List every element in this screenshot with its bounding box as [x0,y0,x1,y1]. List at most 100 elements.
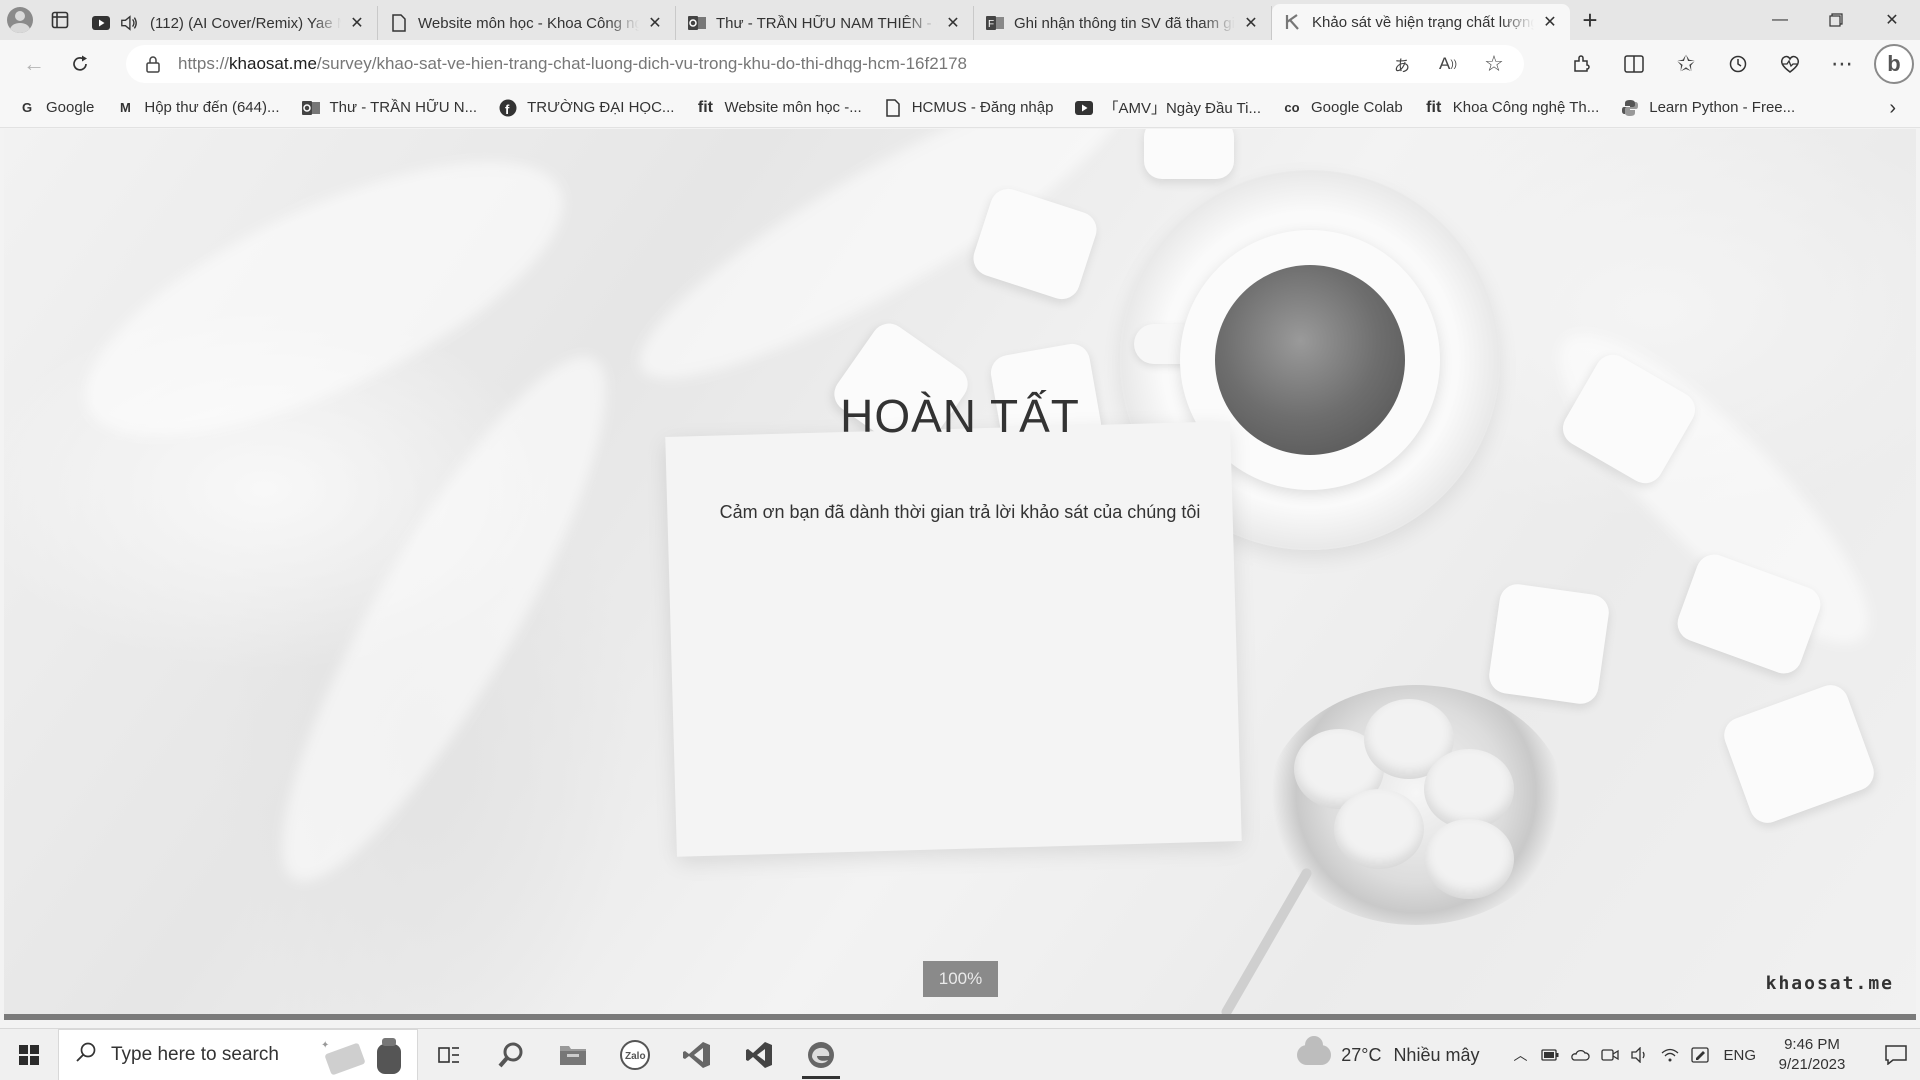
edge-icon [808,1041,834,1068]
tab-actions-icon [51,11,69,29]
svg-text:Zalo: Zalo [625,1051,646,1062]
start-button[interactable] [0,1029,58,1080]
chevron-right-icon[interactable]: › [1889,97,1896,120]
close-tab-icon[interactable]: ✕ [645,13,665,33]
url-path: /survey/khao-sat-ve-hien-trang-chat-luon… [316,54,968,73]
bookmark-google-colab[interactable]: co Google Colab [1283,99,1403,117]
bookmark-label: Google Colab [1311,99,1403,116]
bookmark-label: Learn Python - Free... [1649,99,1796,116]
close-tab-icon[interactable]: ✕ [347,13,367,33]
windows-logo-icon [19,1044,39,1065]
bookmark-website-mon-hoc[interactable]: fit Website môn học -... [696,98,862,117]
system-tray: 27°C Nhiều mây ︿ ENG 9:46 PM 9/21/2023 [1297,1029,1920,1080]
address-bar[interactable]: https://khaosat.me/survey/khao-sat-ve-hi… [126,45,1524,83]
tab-title: Thư - TRẦN HỮU NAM THIÊN - Outlook [716,14,937,32]
wifi-icon[interactable] [1655,1029,1685,1080]
close-tab-icon[interactable]: ✕ [943,13,963,33]
address-bar-actions: あ A)) ☆ [1388,50,1508,78]
tab-actions-button[interactable] [40,0,80,40]
tab-youtube[interactable]: (112) (AI Cover/Remix) Yae Miko ✕ [80,6,378,40]
bookmark-amv[interactable]: 「AMV」Ngày Đầu Ti... [1075,97,1261,118]
url-text[interactable]: https://khaosat.me/survey/khao-sat-ve-hi… [178,54,1388,74]
visual-studio-button[interactable] [666,1029,728,1080]
speaker-icon[interactable] [120,14,138,32]
brand-watermark[interactable]: khaosat.me [1766,973,1894,994]
fit-icon: fit [697,98,713,116]
bookmark-gmail[interactable]: M Hộp thư đến (644)... [116,99,280,117]
tab-title: Ghi nhận thông tin SV đã tham gia [1014,14,1235,32]
back-button[interactable]: ← [12,44,56,84]
vscode-icon [746,1041,772,1068]
chevron-up-icon[interactable]: ︿ [1505,1029,1535,1080]
tab-khaosat[interactable]: Khảo sát về hiện trạng chất lượng ✕ [1272,4,1570,40]
new-tab-button[interactable]: + [1570,0,1610,40]
tab-title: Khảo sát về hiện trạng chất lượng [1312,13,1534,31]
history-icon[interactable] [1712,44,1764,84]
bookmark-truong-dai-hoc[interactable]: f TRƯỜNG ĐẠI HỌC... [499,99,674,117]
bookmark-label: Thư - TRẦN HỮU N... [329,99,478,116]
weather-widget[interactable]: 27°C Nhiều mây [1297,1036,1479,1066]
tab-title: (112) (AI Cover/Remix) Yae Miko [150,14,341,32]
meet-now-icon[interactable] [1595,1029,1625,1080]
volume-icon[interactable] [1625,1029,1655,1080]
google-icon: G [21,100,33,115]
task-view-button[interactable] [418,1029,480,1080]
bookmark-google[interactable]: G Google [18,99,94,117]
avatar-icon [7,7,33,33]
zalo-button[interactable]: Zalo [604,1029,666,1080]
bookmark-outlook[interactable]: Thư - TRẦN HỮU N... [301,99,478,117]
restore-button[interactable] [1808,0,1864,40]
file-explorer-button[interactable] [542,1029,604,1080]
pen-menu-icon[interactable] [1685,1029,1715,1080]
tab-website-mon-hoc[interactable]: Website môn học - Khoa Công nghệ ✕ [378,6,676,40]
battery-icon[interactable] [1535,1029,1565,1080]
windows-taskbar: Type here to search ✦ Zalo 27°C Nhiều mâ… [0,1028,1920,1080]
close-tab-icon[interactable]: ✕ [1241,13,1261,33]
outlook-icon [688,14,706,32]
extensions-icon[interactable] [1556,44,1608,84]
bookmark-hcmus[interactable]: HCMUS - Đăng nhập [884,98,1053,117]
back-arrow-icon: ← [23,51,45,76]
read-aloud-icon[interactable]: A)) [1434,50,1462,78]
close-window-button[interactable]: ✕ [1864,0,1920,40]
bookmark-label: Google [46,99,95,116]
split-screen-icon[interactable] [1608,44,1660,84]
bookmarks-bar: G Google M Hộp thư đến (644)... Thư - TRẦN… [0,88,1920,128]
bing-copilot-icon[interactable]: b [1874,44,1914,84]
search-app-icon [498,1042,523,1067]
bookmark-label: Website môn học -... [724,99,862,116]
more-menu-icon[interactable]: ⋯ [1816,44,1868,84]
bookmark-learn-python[interactable]: Learn Python - Free... [1621,99,1795,117]
tab-outlook[interactable]: Thư - TRẦN HỮU NAM THIÊN - Outlook ✕ [676,6,974,40]
edge-button[interactable] [790,1029,852,1080]
youtube-icon [92,14,110,32]
tab-forms[interactable]: F Ghi nhận thông tin SV đã tham gia ✕ [974,6,1272,40]
performance-icon[interactable] [1764,44,1816,84]
clock[interactable]: 9:46 PM 9/21/2023 [1770,1035,1854,1075]
flower-petal [1334,789,1424,869]
bookmark-khoa-cntt[interactable]: fit Khoa Công nghệ Th... [1425,98,1599,117]
favorite-star-icon[interactable]: ☆ [1480,50,1508,78]
minimize-icon: — [1772,11,1788,28]
input-language[interactable]: ENG [1723,1047,1756,1064]
khaosat-icon [1284,13,1302,31]
outlook-icon [301,99,320,117]
search-placeholder: Type here to search [111,1043,279,1065]
taskbar-search[interactable]: Type here to search ✦ [58,1028,418,1080]
fit-icon: fit [1426,98,1442,116]
reload-button[interactable] [58,44,102,84]
browser-toolbar: ← https://khaosat.me/survey/khao-sat-ve-… [0,40,1920,88]
clock-time: 9:46 PM [1784,1036,1840,1053]
onedrive-icon[interactable] [1565,1029,1595,1080]
profile-button[interactable] [0,0,40,40]
vscode-button[interactable] [728,1029,790,1080]
close-tab-icon[interactable]: ✕ [1540,12,1560,32]
tab-title: Website môn học - Khoa Công nghệ [418,14,639,32]
search-app-button[interactable] [480,1029,542,1080]
minimize-button[interactable]: — [1752,0,1808,40]
lock-icon[interactable] [142,55,164,73]
page-viewport: HOÀN TẤT Cảm ơn bạn đã dành thời gian tr… [4,129,1916,1014]
notifications-button[interactable] [1872,1029,1920,1080]
translate-icon[interactable]: あ [1388,50,1416,78]
favorites-icon[interactable]: ✩ [1660,44,1712,84]
